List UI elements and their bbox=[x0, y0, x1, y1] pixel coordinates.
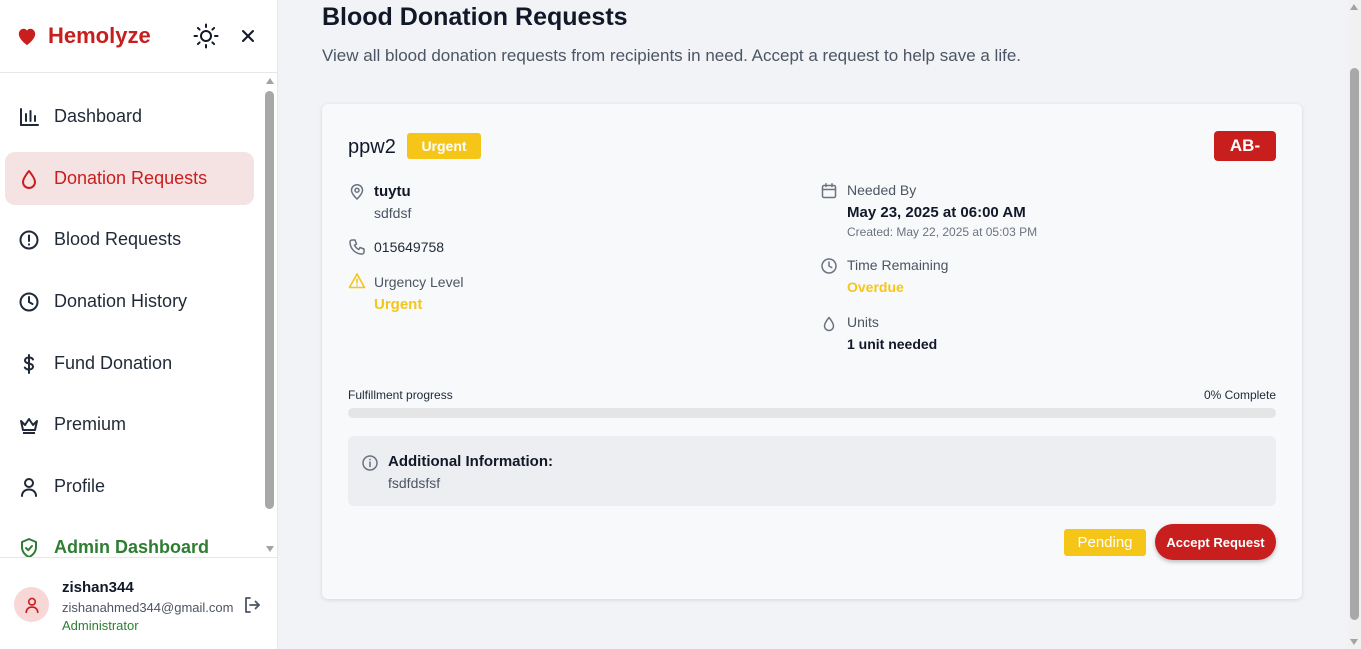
sidebar-item-label: Blood Requests bbox=[54, 229, 182, 249]
additional-info-text: fsdfdsfsf bbox=[388, 475, 441, 491]
crown-icon bbox=[18, 414, 40, 436]
urgency-value: Urgent bbox=[374, 296, 423, 313]
user-icon bbox=[18, 476, 40, 498]
location-name: tuytu bbox=[374, 183, 411, 200]
progress-bar bbox=[348, 408, 1276, 418]
sidebar-item-label: Fund Donation bbox=[54, 353, 173, 373]
heart-icon bbox=[16, 25, 38, 47]
sidebar-item-donation-requests[interactable]: Donation Requests bbox=[5, 152, 254, 205]
bar-chart-icon bbox=[18, 106, 40, 128]
blood-type-badge: AB- bbox=[1214, 131, 1276, 161]
time-remaining-value: Overdue bbox=[847, 279, 904, 295]
created-date: Created: May 22, 2025 at 05:03 PM bbox=[847, 225, 1038, 239]
scroll-down-arrow-icon[interactable] bbox=[266, 546, 274, 552]
clock-icon bbox=[18, 291, 40, 313]
shield-check-icon bbox=[18, 537, 40, 557]
scroll-down-arrow-icon[interactable] bbox=[1350, 639, 1358, 645]
location-address: sdfdsf bbox=[374, 205, 412, 221]
sidebar-item-premium[interactable]: Premium bbox=[5, 398, 254, 451]
request-card: ppw2 Urgent AB- tuytu sdfdsf 015649758 U… bbox=[322, 104, 1302, 599]
user-email: zishanahmed344@gmail.com bbox=[62, 600, 234, 615]
sidebar-item-blood-requests[interactable]: Blood Requests bbox=[5, 213, 254, 266]
sidebar-nav: Dashboard Donation Requests Blood Reques… bbox=[0, 74, 278, 557]
logout-icon[interactable] bbox=[242, 595, 262, 615]
scroll-up-arrow-icon[interactable] bbox=[1350, 4, 1358, 10]
calendar-icon bbox=[820, 182, 838, 200]
brand-name[interactable]: Hemolyze bbox=[48, 23, 193, 49]
sidebar-scrollbar[interactable] bbox=[265, 78, 274, 556]
progress-percent: 0% Complete bbox=[1203, 388, 1276, 402]
page-subtitle: View all blood donation requests from re… bbox=[322, 46, 1022, 65]
warning-icon bbox=[348, 272, 366, 290]
sun-icon[interactable] bbox=[193, 23, 219, 49]
progress-label: Fulfillment progress bbox=[348, 388, 453, 402]
sidebar-item-donation-history[interactable]: Donation History bbox=[5, 275, 254, 328]
sidebar: Hemolyze Dashboard Donation Requests Blo… bbox=[0, 0, 278, 649]
page-scroll-thumb[interactable] bbox=[1350, 68, 1359, 620]
phone-number: 015649758 bbox=[374, 239, 445, 255]
sidebar-item-label: Premium bbox=[54, 414, 127, 434]
additional-info-box: Additional Information: fsdfdsfsf bbox=[348, 436, 1276, 506]
units-value: 1 unit needed bbox=[847, 336, 938, 352]
phone-icon bbox=[348, 238, 366, 256]
status-badge: Pending bbox=[1064, 529, 1146, 556]
request-name: ppw2 bbox=[348, 136, 396, 158]
sidebar-item-admin-dashboard[interactable]: Admin Dashboard bbox=[5, 521, 254, 557]
close-icon[interactable] bbox=[235, 23, 261, 49]
sidebar-item-profile[interactable]: Profile bbox=[5, 460, 254, 513]
dollar-icon bbox=[18, 353, 40, 375]
sidebar-item-label: Donation Requests bbox=[54, 168, 208, 188]
sidebar-item-label: Admin Dashboard bbox=[54, 537, 210, 557]
droplet-icon bbox=[820, 315, 838, 333]
alert-circle-icon bbox=[18, 229, 40, 251]
sidebar-item-label: Dashboard bbox=[54, 106, 143, 126]
accept-request-button[interactable]: Accept Request bbox=[1155, 524, 1276, 560]
urgency-label: Urgency Level bbox=[374, 274, 464, 290]
units-label: Units bbox=[847, 314, 879, 330]
user-name: zishan344 bbox=[62, 579, 134, 596]
sidebar-item-label: Profile bbox=[54, 476, 106, 496]
clock-icon bbox=[820, 257, 838, 275]
droplet-icon bbox=[18, 168, 40, 190]
sidebar-scroll-thumb[interactable] bbox=[265, 91, 274, 509]
page-title: Blood Donation Requests bbox=[322, 3, 628, 31]
map-pin-icon bbox=[348, 183, 366, 201]
sidebar-item-label: Donation History bbox=[54, 291, 188, 311]
urgency-badge: Urgent bbox=[407, 133, 481, 159]
needed-by-value: May 23, 2025 at 06:00 AM bbox=[847, 204, 1026, 221]
sidebar-item-fund-donation[interactable]: Fund Donation bbox=[5, 337, 254, 390]
user-panel: zishan344 zishanahmed344@gmail.com Admin… bbox=[0, 557, 278, 649]
additional-info-title: Additional Information: bbox=[388, 453, 553, 470]
info-icon bbox=[361, 454, 379, 472]
needed-by-label: Needed By bbox=[847, 182, 917, 198]
brand-bar: Hemolyze bbox=[0, 0, 277, 73]
avatar[interactable] bbox=[14, 587, 49, 622]
page-scrollbar[interactable] bbox=[1348, 0, 1361, 649]
sidebar-item-dashboard[interactable]: Dashboard bbox=[5, 90, 254, 143]
user-role: Administrator bbox=[62, 618, 139, 633]
scroll-up-arrow-icon[interactable] bbox=[266, 78, 274, 84]
time-remaining-label: Time Remaining bbox=[847, 257, 949, 273]
